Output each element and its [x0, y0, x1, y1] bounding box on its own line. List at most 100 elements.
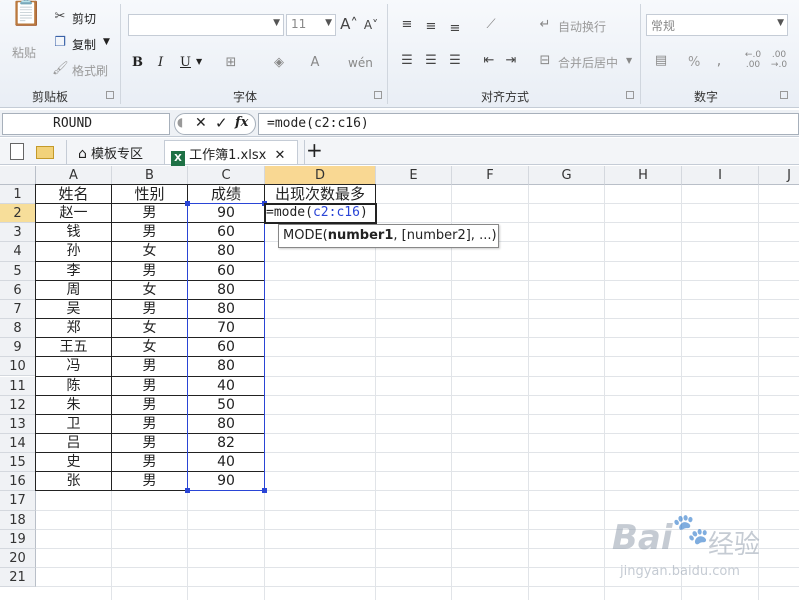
table-cell[interactable]: 男: [112, 262, 187, 281]
align-top-icon[interactable]: ≡: [398, 16, 416, 34]
row-header-21[interactable]: 21: [0, 568, 36, 588]
chevron-down-icon[interactable]: ▼: [196, 57, 202, 66]
font-size-combo[interactable]: 11 ▼: [286, 14, 336, 36]
active-cell-editor[interactable]: =mode(c2:c16): [264, 203, 377, 225]
row-header-16[interactable]: 16: [0, 472, 36, 492]
column-header-h[interactable]: H: [605, 166, 682, 185]
row-header-3[interactable]: 3: [0, 223, 36, 243]
clipboard-launcher-icon[interactable]: [106, 91, 114, 99]
row-header-12[interactable]: 12: [0, 395, 36, 415]
fill-color-icon[interactable]: ◈: [270, 54, 288, 72]
row-header-10[interactable]: 10: [0, 357, 36, 377]
table-cell[interactable]: 冯: [36, 357, 111, 376]
decrease-indent-icon[interactable]: ⇤: [480, 52, 498, 70]
accounting-format-icon[interactable]: ▤: [650, 52, 672, 70]
underline-button[interactable]: U: [180, 55, 191, 70]
table-cell[interactable]: 李: [36, 262, 111, 281]
table-cell[interactable]: 80: [188, 242, 264, 261]
column-header-g[interactable]: G: [529, 166, 605, 185]
increase-decimal-icon[interactable]: ←.0.00: [742, 50, 764, 70]
column-header-j[interactable]: J: [759, 166, 799, 185]
table-cell[interactable]: 钱: [36, 223, 111, 242]
row-header-18[interactable]: 18: [0, 510, 36, 530]
row-header-11[interactable]: 11: [0, 376, 36, 396]
phonetic-icon[interactable]: wén: [348, 54, 373, 72]
scissors-icon[interactable]: ✂: [52, 8, 68, 26]
format-painter-icon[interactable]: 🖌: [52, 60, 69, 78]
table-cell[interactable]: 80: [188, 281, 264, 300]
header-cell[interactable]: 出现次数最多: [265, 185, 375, 204]
table-cell[interactable]: 80: [188, 300, 264, 319]
copy-dropdown-icon[interactable]: ▼: [103, 37, 110, 47]
table-cell[interactable]: 朱: [36, 396, 111, 415]
table-cell[interactable]: 90: [188, 204, 264, 223]
table-cell[interactable]: 60: [188, 223, 264, 242]
table-cell[interactable]: 90: [188, 472, 264, 491]
select-all-corner[interactable]: [0, 166, 36, 185]
formula-input[interactable]: =mode(c2:c16): [258, 113, 799, 135]
orientation-icon[interactable]: ⟋: [480, 16, 502, 34]
column-header-i[interactable]: I: [682, 166, 759, 185]
merge-icon[interactable]: ⊟: [536, 52, 554, 70]
copy-icon[interactable]: ❐: [52, 34, 68, 52]
column-header-b[interactable]: B: [112, 166, 188, 185]
table-cell[interactable]: 82: [188, 434, 264, 453]
font-launcher-icon[interactable]: [374, 91, 382, 99]
tooltip-arg-current[interactable]: number1: [328, 228, 394, 243]
tab-templates[interactable]: ⌂ 模板专区: [72, 140, 149, 164]
row-header-20[interactable]: 20: [0, 548, 36, 568]
border-icon[interactable]: ⊞: [222, 54, 240, 72]
decrease-decimal-icon[interactable]: .00 →.0: [768, 50, 790, 70]
paste-icon[interactable]: 📋: [10, 0, 42, 38]
table-cell[interactable]: 男: [112, 396, 187, 415]
column-header-e[interactable]: E: [376, 166, 452, 185]
chevron-down-icon[interactable]: ▼: [626, 56, 632, 65]
insert-function-icon[interactable]: fx: [235, 115, 248, 130]
table-cell[interactable]: 赵一: [36, 204, 111, 223]
table-cell[interactable]: 男: [112, 223, 187, 242]
table-cell[interactable]: 吴: [36, 300, 111, 319]
column-header-d[interactable]: D: [265, 166, 376, 185]
table-cell[interactable]: 男: [112, 434, 187, 453]
table-cell[interactable]: 陈: [36, 377, 111, 396]
tab-workbook[interactable]: X 工作簿1.xlsx ✕: [164, 140, 298, 166]
table-cell[interactable]: 男: [112, 453, 187, 472]
merge-center-button[interactable]: 合并后居中: [558, 54, 618, 71]
table-cell[interactable]: 80: [188, 415, 264, 434]
header-cell[interactable]: 姓名: [36, 185, 111, 204]
table-cell[interactable]: 80: [188, 357, 264, 376]
paste-button[interactable]: 粘贴: [12, 44, 36, 61]
row-header-15[interactable]: 15: [0, 453, 36, 473]
cut-button[interactable]: 剪切: [72, 10, 96, 27]
header-cell[interactable]: 成绩: [188, 185, 264, 204]
row-header-1[interactable]: 1: [0, 185, 36, 205]
format-painter-button[interactable]: 格式刷: [72, 62, 108, 79]
table-cell[interactable]: 女: [112, 319, 187, 338]
copy-button[interactable]: 复制: [72, 36, 96, 53]
table-cell[interactable]: 男: [112, 357, 187, 376]
italic-button[interactable]: I: [158, 55, 163, 70]
align-left-icon[interactable]: ☰: [398, 52, 416, 70]
bold-button[interactable]: B: [132, 55, 143, 70]
font-name-combo[interactable]: ▼: [128, 14, 284, 36]
column-header-a[interactable]: A: [36, 166, 112, 185]
wrap-text-icon[interactable]: ↵: [536, 16, 554, 34]
row-header-2[interactable]: 2: [0, 204, 36, 224]
table-cell[interactable]: 40: [188, 377, 264, 396]
table-cell[interactable]: 70: [188, 319, 264, 338]
table-cell[interactable]: 王五: [36, 338, 111, 357]
align-middle-icon[interactable]: ≡: [422, 18, 440, 36]
table-cell[interactable]: 郑: [36, 319, 111, 338]
chevron-left-icon[interactable]: ◖: [177, 115, 183, 129]
align-center-icon[interactable]: ☰: [422, 52, 440, 70]
alignment-launcher-icon[interactable]: [626, 91, 634, 99]
table-cell[interactable]: 吕: [36, 434, 111, 453]
table-cell[interactable]: 女: [112, 281, 187, 300]
enter-icon[interactable]: ✓: [215, 114, 228, 132]
table-cell[interactable]: 周: [36, 281, 111, 300]
shrink-font-icon[interactable]: A˅: [362, 16, 380, 34]
table-cell[interactable]: 孙: [36, 242, 111, 261]
row-header-7[interactable]: 7: [0, 299, 36, 320]
table-cell[interactable]: 男: [112, 204, 187, 223]
add-tab-button[interactable]: +: [306, 138, 323, 162]
